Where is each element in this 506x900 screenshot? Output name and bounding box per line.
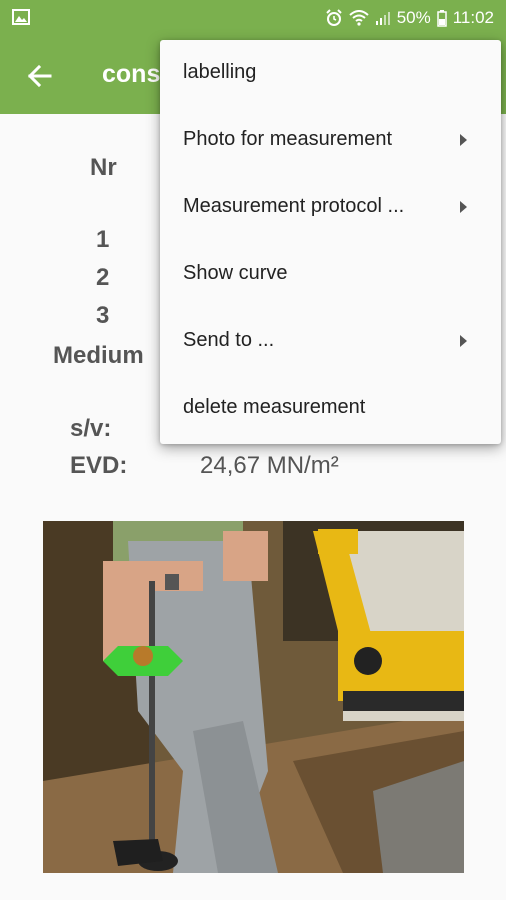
battery-percent: 50% (396, 8, 431, 27)
submenu-arrow-icon (460, 134, 467, 146)
menu-item-delete-measurement[interactable]: delete measurement (160, 375, 501, 442)
evd-label: EVD: (70, 452, 128, 479)
measurement-photo[interactable] (43, 521, 464, 873)
table-row: 3 (96, 302, 110, 329)
menu-item-show-curve[interactable]: Show curve (160, 241, 501, 308)
menu-item-label: labelling (183, 61, 257, 83)
menu-item-labelling[interactable]: labelling (160, 40, 501, 107)
menu-item-measurement-protocol[interactable]: Measurement protocol ... (160, 174, 501, 241)
submenu-arrow-icon (460, 201, 467, 213)
menu-item-label: Send to ... (183, 329, 275, 351)
signal-icon (375, 10, 391, 26)
menu-item-label: Show curve (183, 262, 288, 284)
status-bar: 50% 11:02 (0, 0, 506, 36)
table-row: 2 (96, 264, 110, 291)
table-row-medium: Medium (53, 342, 144, 369)
battery-icon (436, 9, 447, 27)
table-row: 1 (96, 226, 110, 253)
menu-item-label: delete measurement (183, 396, 366, 418)
alarm-icon (325, 9, 343, 27)
gallery-icon (12, 9, 30, 25)
menu-item-label: Measurement protocol ... (183, 195, 405, 217)
submenu-arrow-icon (460, 335, 467, 347)
wifi-icon (349, 10, 369, 26)
arrow-left-icon (27, 64, 52, 88)
menu-item-label: Photo for measurement (183, 128, 392, 150)
back-button[interactable] (22, 58, 58, 94)
menu-item-photo-for-measurement[interactable]: Photo for measurement (160, 107, 501, 174)
page-title: cons (102, 60, 161, 88)
menu-item-send-to[interactable]: Send to ... (160, 308, 501, 375)
sv-label: s/v: (70, 415, 112, 442)
clock: 11:02 (452, 8, 494, 27)
overflow-menu: labelling Photo for measurement Measurem… (160, 40, 501, 444)
table-header-nr: Nr (90, 154, 117, 181)
evd-value: 24,67 MN/m² (200, 452, 339, 479)
